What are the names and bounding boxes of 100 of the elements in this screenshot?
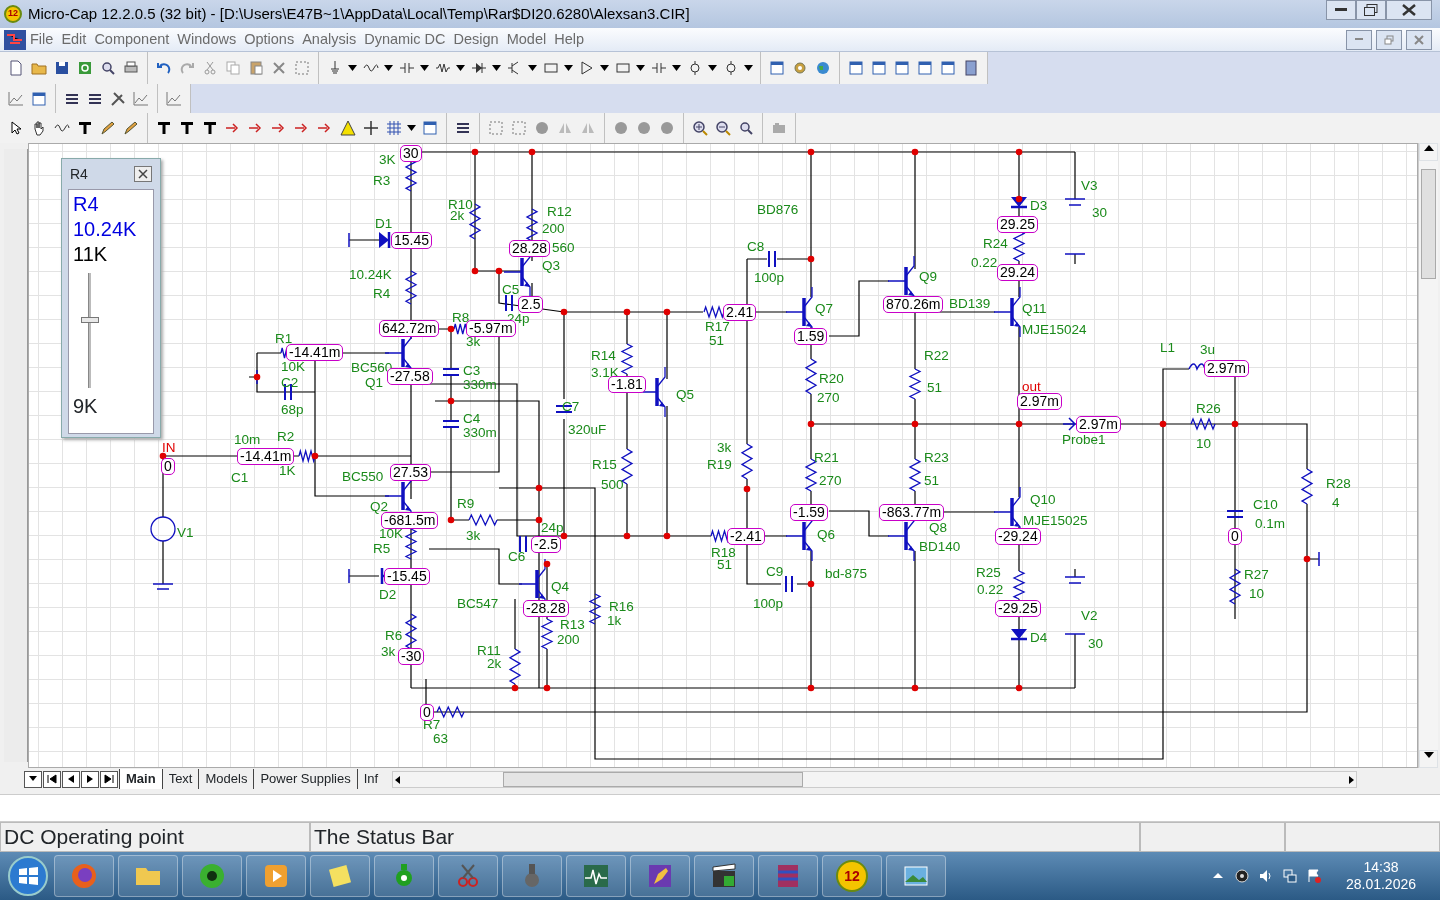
scroll-down-button[interactable]	[1419, 750, 1438, 768]
notes-icon	[326, 862, 354, 890]
component-label: 3k	[466, 334, 481, 349]
browser-icon	[70, 862, 98, 890]
sheet-tab[interactable]: Power Supplies	[253, 769, 357, 789]
component-label: MJE15024	[1022, 322, 1087, 337]
speaker-icon[interactable]	[1257, 868, 1274, 884]
command-line-field[interactable]	[0, 794, 1440, 822]
mdi-restore-button[interactable]	[1376, 29, 1402, 50]
close-icon	[1402, 4, 1416, 16]
sheet-tab[interactable]: Main	[119, 769, 162, 789]
component-label: R17	[705, 319, 730, 334]
component-label: C7	[562, 399, 580, 414]
close-button[interactable]	[134, 166, 152, 182]
close-button[interactable]	[1386, 0, 1432, 20]
component-label: 10m	[234, 432, 261, 447]
component-label: BC547	[457, 596, 499, 611]
component-label: R2	[277, 429, 295, 444]
component-label: R13	[560, 617, 585, 632]
menu-item[interactable]: Windows	[177, 28, 245, 51]
first-sheet-icon[interactable]	[43, 770, 61, 788]
menu-item[interactable]: Help	[554, 28, 592, 51]
component-label: 30	[1088, 636, 1104, 651]
window-icon[interactable]	[420, 118, 440, 138]
component-label: D1	[375, 216, 393, 231]
next-sheet-icon[interactable]	[81, 770, 99, 788]
component-label: R28	[1326, 476, 1351, 491]
flag-icon[interactable]	[1305, 868, 1322, 884]
component-label: L1	[1160, 340, 1176, 355]
window-icon[interactable]	[915, 58, 935, 78]
component-label: 3K	[379, 152, 396, 167]
scroll-up-button[interactable]	[1419, 143, 1438, 161]
scrollbar-thumb[interactable]	[1421, 169, 1436, 279]
menu-item[interactable]: Component	[94, 28, 178, 51]
sheet-tab[interactable]: Inf	[356, 769, 385, 789]
window-icon[interactable]	[938, 58, 958, 78]
minimize-button[interactable]	[1326, 0, 1356, 20]
component-label: BD140	[919, 539, 961, 554]
window-icon[interactable]	[767, 58, 787, 78]
scrollbar-thumb[interactable]	[503, 771, 804, 787]
node-voltage-tag: 2.5	[518, 296, 544, 313]
window-icon[interactable]	[869, 58, 889, 78]
network-icon[interactable]	[1281, 868, 1298, 884]
component-label: Q5	[676, 387, 694, 402]
last-sheet-icon[interactable]	[100, 770, 118, 788]
menu-item[interactable]: Options	[244, 28, 303, 51]
node-voltage-tag: 28.28	[509, 240, 551, 257]
sheet-tab[interactable]: Models	[198, 769, 254, 789]
component-label: R26	[1196, 401, 1221, 416]
node-voltage-tag: -29.25	[995, 600, 1041, 617]
clock-date[interactable]: 28.01.2026	[1345, 876, 1416, 893]
menu-item[interactable]: Design	[453, 28, 507, 51]
mdi-close-button[interactable]	[1406, 29, 1432, 50]
window-icon[interactable]	[846, 58, 866, 78]
horizontal-scrollbar[interactable]	[392, 770, 1358, 788]
component-label: 3u	[1200, 342, 1216, 357]
menu-item[interactable]: Analysis	[302, 28, 365, 51]
grid-icon[interactable]	[384, 118, 404, 138]
component-label: Q4	[551, 579, 569, 594]
component-label: C1	[231, 470, 249, 485]
menu-item[interactable]: Edit	[61, 28, 95, 51]
warning-icon[interactable]	[338, 118, 358, 138]
component-label: 500	[601, 477, 624, 492]
node-voltage-tag: 27.53	[390, 464, 432, 481]
taskbar-button[interactable]: 12	[822, 855, 882, 897]
slider-max-label: 11K	[73, 242, 109, 267]
component-label: 560	[552, 240, 575, 255]
component-label: C3	[463, 363, 481, 378]
zoomout-icon[interactable]	[713, 118, 733, 138]
component-label: C8	[747, 239, 765, 254]
node-voltage-tag: -1.81	[608, 376, 646, 393]
start-button[interactable]	[6, 854, 50, 898]
component-label: 330m	[463, 377, 497, 392]
node-voltage-tag: -30	[398, 648, 425, 665]
component-label: 330m	[463, 425, 497, 440]
window-icon[interactable]	[892, 58, 912, 78]
component-label: 100p	[753, 596, 784, 611]
move-icon[interactable]	[361, 118, 381, 138]
component-label: R11	[477, 643, 501, 658]
component-label: 63	[433, 731, 449, 746]
node-voltage-tag: 0	[1228, 528, 1242, 545]
slider-thumb[interactable]	[81, 316, 99, 323]
mdi-minimize-button[interactable]	[1346, 29, 1372, 50]
clock-time[interactable]: 14:38	[1345, 859, 1416, 876]
menu-item[interactable]: Model	[506, 28, 555, 51]
taskbar-button[interactable]	[694, 855, 754, 897]
zoomin-icon[interactable]	[690, 118, 710, 138]
component-label: 2k	[487, 656, 502, 671]
component-label: Q8	[929, 520, 947, 535]
node-voltage-tag: -863.77m	[879, 504, 945, 521]
restore-button[interactable]	[1356, 0, 1386, 20]
menu-item[interactable]: File	[30, 28, 62, 51]
previous-sheet-icon[interactable]	[62, 770, 80, 788]
node-voltage-tag: 2.97m	[1076, 416, 1121, 433]
node-voltage-tag: -681.5m	[381, 512, 439, 529]
component-label: R5	[373, 541, 391, 556]
sheet-tab[interactable]: Text	[161, 769, 199, 789]
component-label: V3	[1081, 178, 1098, 193]
menu-item[interactable]: Dynamic DC	[364, 28, 454, 51]
taskbar-button[interactable]	[182, 855, 242, 897]
